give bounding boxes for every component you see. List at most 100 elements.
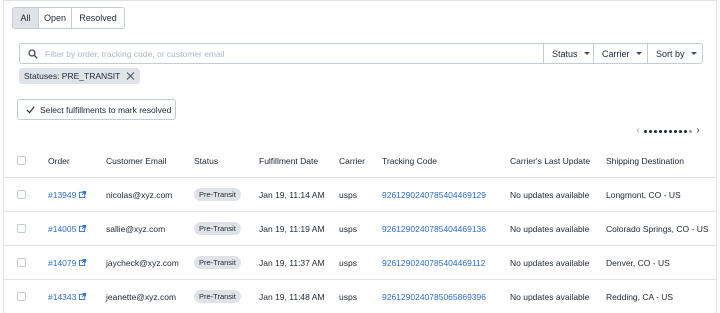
caret-down-icon — [690, 52, 697, 55]
order-link[interactable]: #14079 — [48, 257, 87, 268]
caret-down-icon — [635, 52, 642, 55]
select-all-cell — [17, 144, 26, 177]
status-badge: Pre-Transit — [194, 256, 241, 269]
external-link-icon — [76, 191, 87, 198]
tracking-link[interactable]: 9261290240785404469136 — [382, 224, 486, 234]
row-select-cell — [17, 280, 26, 313]
status-filter-label: Status — [552, 48, 578, 59]
row-select-cell — [17, 246, 26, 279]
table-row[interactable]: #14079 jaycheck@xyz.com Pre-Transit Jan 19,… — [4, 246, 716, 280]
order-cell: #13949 — [48, 178, 87, 211]
active-filter-tag: Statuses: PRE_TRANSIT — [19, 68, 141, 84]
caret-down-icon — [583, 52, 590, 55]
checkmark-icon — [26, 105, 40, 114]
status-cell: Pre-Transit — [194, 246, 241, 279]
table-row[interactable]: #14343 jeanette@xyz.com Pre-Transit Jan 19,… — [4, 280, 716, 313]
carrier-cell: usps — [339, 189, 357, 200]
carrier-cell: usps — [339, 291, 357, 302]
page-dot[interactable] — [689, 129, 692, 133]
pagination: ‹ › — [634, 126, 702, 136]
date-cell: Jan 19, 11:48 AM — [259, 291, 325, 302]
header-destination: Shipping Destination — [606, 155, 684, 166]
external-link-icon — [76, 259, 87, 266]
order-number: #13949 — [48, 189, 77, 200]
header-tracking: Tracking Code — [382, 155, 437, 166]
row-checkbox[interactable] — [17, 190, 26, 199]
search-input[interactable] — [45, 48, 525, 59]
carrier-filter-label: Carrier — [602, 48, 630, 59]
row-checkbox[interactable] — [17, 258, 26, 267]
mark-resolved-label: Select fulfillments to mark resolved — [40, 104, 172, 115]
page-dot[interactable] — [659, 129, 662, 133]
header-date: Fulfillment Date — [259, 155, 319, 166]
date-cell: Jan 19, 11:19 AM — [259, 223, 325, 234]
email-cell: sallie@xyz.com — [106, 223, 166, 234]
email-cell: nicolas@xyz.com — [106, 189, 173, 200]
last-update-cell: No updates available — [510, 223, 590, 234]
tracking-cell: 9261290240785065869396 — [382, 280, 486, 313]
destination-cell: Redding, CA - US — [606, 291, 674, 302]
tracking-link[interactable]: 9261290240785065869396 — [382, 292, 486, 302]
destination-cell: Denver, CO - US — [606, 257, 670, 268]
status-tabs: All Open Resolved — [12, 7, 125, 29]
page-dot[interactable] — [644, 129, 647, 133]
select-all-checkbox[interactable] — [17, 156, 26, 165]
tracking-cell: 9261290240785404469112 — [382, 246, 485, 279]
carrier-cell: usps — [339, 257, 357, 268]
search-box — [20, 44, 543, 63]
carrier-filter-dropdown[interactable]: Carrier — [593, 44, 647, 63]
mark-resolved-button[interactable]: Select fulfillments to mark resolved — [17, 99, 176, 120]
tracking-link[interactable]: 9261290240785404469112 — [382, 258, 485, 268]
order-number: #14079 — [48, 257, 77, 268]
header-carrier: Carrier — [339, 155, 365, 166]
email-cell: jaycheck@xyz.com — [106, 257, 179, 268]
external-link-icon — [76, 293, 87, 300]
status-badge: Pre-Transit — [194, 188, 241, 201]
date-cell: Jan 19, 11:14 AM — [259, 189, 325, 200]
tab-all[interactable]: All — [13, 8, 39, 28]
order-cell: #14005 — [48, 212, 87, 245]
order-number: #14343 — [48, 291, 77, 302]
last-update-cell: No updates available — [510, 189, 590, 200]
page-dot[interactable] — [654, 129, 657, 133]
prev-page-icon[interactable]: ‹ — [634, 126, 642, 136]
date-cell: Jan 19, 11:37 AM — [259, 257, 325, 268]
row-select-cell — [17, 212, 26, 245]
status-badge: Pre-Transit — [194, 222, 241, 235]
page-dot[interactable] — [649, 129, 652, 133]
row-checkbox[interactable] — [17, 292, 26, 301]
header-email: Customer Email — [106, 155, 167, 166]
tab-open[interactable]: Open — [39, 8, 72, 28]
page-dot[interactable] — [679, 129, 682, 133]
filter-bar: Status Carrier Sort by — [19, 43, 703, 64]
last-update-cell: No updates available — [510, 257, 590, 268]
order-link[interactable]: #14343 — [48, 291, 87, 302]
tracking-cell: 9261290240785404469129 — [382, 178, 486, 211]
table-row[interactable]: #13949 nicolas@xyz.com Pre-Transit Jan 19, … — [4, 178, 716, 212]
next-page-icon[interactable]: › — [694, 126, 702, 136]
destination-cell: Colorado Springs, CO - US — [606, 223, 709, 234]
carrier-cell: usps — [339, 223, 357, 234]
page-dot[interactable] — [674, 129, 677, 133]
tab-resolved[interactable]: Resolved — [72, 8, 124, 28]
tracking-link[interactable]: 9261290240785404469129 — [382, 190, 486, 200]
status-filter-dropdown[interactable]: Status — [543, 44, 593, 63]
page-dot[interactable] — [684, 129, 687, 133]
table-header: Order Customer Email Status Fulfillment … — [4, 144, 716, 178]
header-order: Order — [48, 155, 70, 166]
page-dot[interactable] — [664, 129, 667, 133]
order-link[interactable]: #13949 — [48, 189, 87, 200]
search-icon — [28, 48, 38, 59]
row-checkbox[interactable] — [17, 224, 26, 233]
tracking-cell: 9261290240785404469136 — [382, 212, 486, 245]
status-cell: Pre-Transit — [194, 178, 241, 211]
sort-dropdown[interactable]: Sort by — [647, 44, 702, 63]
sort-label: Sort by — [656, 48, 685, 59]
order-link[interactable]: #14005 — [48, 224, 87, 234]
page-dot[interactable] — [669, 129, 672, 133]
header-status: Status — [194, 155, 219, 166]
table-row[interactable]: #14005 sallie@xyz.com Pre-Transit Jan 19, 1… — [4, 212, 716, 246]
destination-cell: Longmont, CO - US — [606, 189, 681, 200]
close-icon[interactable] — [126, 72, 134, 80]
last-update-cell: No updates available — [510, 291, 590, 302]
